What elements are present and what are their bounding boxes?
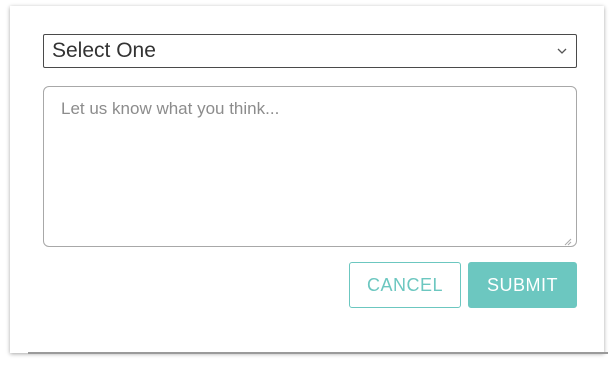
- chevron-down-icon: [556, 45, 568, 57]
- feedback-textarea[interactable]: [44, 87, 576, 246]
- feedback-type-select[interactable]: Select One: [43, 34, 577, 68]
- feedback-card: Select One CANCEL SUBMIT: [10, 6, 604, 353]
- select-value: Select One: [52, 39, 156, 62]
- divider: [28, 352, 608, 354]
- cancel-button[interactable]: CANCEL: [349, 262, 461, 308]
- submit-button[interactable]: SUBMIT: [468, 262, 577, 308]
- resize-grip-icon[interactable]: [563, 233, 572, 246]
- feedback-textarea-container: [43, 86, 577, 247]
